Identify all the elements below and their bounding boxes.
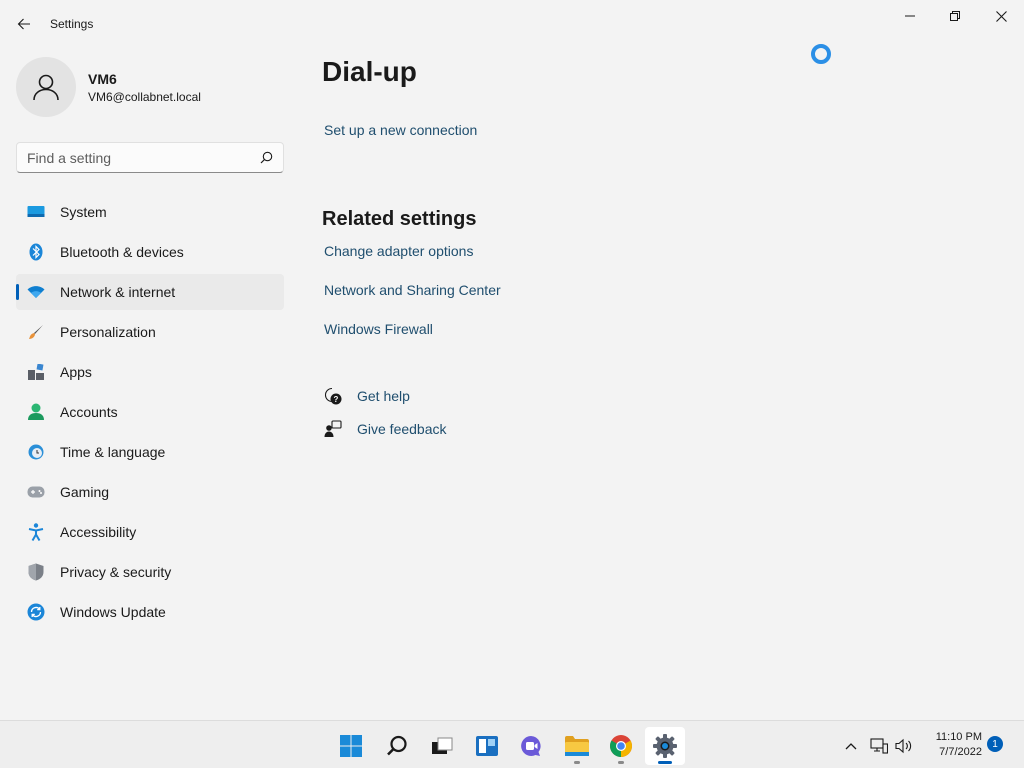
accessibility-icon [27, 523, 45, 541]
sidebar-item-label: Gaming [60, 484, 110, 500]
network-sharing-center-link[interactable]: Network and Sharing Center [324, 282, 501, 298]
sidebar-item-personalization[interactable]: Personalization [16, 314, 284, 350]
person-icon [33, 74, 59, 101]
sidebar-item-network[interactable]: Network & internet [16, 274, 284, 310]
tray-network-button[interactable] [868, 735, 890, 757]
svg-text:?: ? [334, 395, 339, 404]
sidebar-item-accessibility[interactable]: Accessibility [16, 514, 284, 550]
sidebar-item-time-language[interactable]: Time & language [16, 434, 284, 470]
loading-spinner [811, 44, 831, 64]
sidebar-item-system[interactable]: System [16, 194, 284, 230]
clock-time: 11:10 PM [935, 731, 982, 743]
taskbar-chrome-button[interactable] [601, 727, 641, 765]
volume-icon [895, 738, 912, 754]
sidebar-item-label: Network & internet [60, 284, 176, 300]
maximize-icon [950, 11, 960, 21]
back-button[interactable] [10, 10, 38, 38]
taskbar-chat-button[interactable] [512, 727, 552, 765]
give-feedback-link[interactable]: Give feedback [324, 420, 447, 438]
profile-email: VM6@collabnet.local [88, 89, 201, 104]
monitor-icon [27, 203, 45, 221]
settings-window: Settings VM6 VM6@collabnet.local System [0, 0, 1024, 720]
windows-firewall-link[interactable]: Windows Firewall [324, 321, 433, 337]
minimize-icon [905, 15, 915, 17]
minimize-button[interactable] [887, 0, 933, 32]
bluetooth-icon [27, 243, 45, 261]
taskbar-settings-button[interactable] [645, 727, 685, 765]
account-icon [27, 403, 45, 421]
taskbar: 11:10 PM 7/7/2022 [0, 720, 1024, 768]
brush-icon [27, 323, 45, 341]
clock-globe-icon [27, 443, 45, 461]
notification-badge[interactable]: 1 [987, 736, 1003, 752]
taskbar-widgets-button[interactable] [467, 727, 507, 765]
taskbar-task-view-button[interactable] [422, 727, 462, 765]
close-icon [995, 10, 1007, 22]
tray-volume-button[interactable] [893, 735, 915, 757]
network-icon [870, 738, 888, 754]
update-icon [27, 603, 45, 621]
gear-icon [653, 734, 677, 758]
page-title: Dial-up [322, 56, 417, 87]
tray-overflow-button[interactable] [840, 735, 862, 757]
task-view-icon [432, 737, 453, 754]
windows-logo-icon [340, 735, 362, 757]
avatar [16, 57, 76, 117]
sidebar-item-label: Bluetooth & devices [60, 244, 184, 260]
search-icon [387, 735, 407, 756]
arrow-left-icon [17, 18, 30, 30]
shield-icon [27, 563, 45, 581]
chrome-icon [610, 735, 632, 757]
search-input[interactable] [27, 149, 260, 166]
sidebar-item-gaming[interactable]: Gaming [16, 474, 284, 510]
sidebar-item-apps[interactable]: Apps [16, 354, 284, 390]
app-title: Settings [50, 17, 94, 31]
wifi-icon [27, 283, 45, 301]
sidebar-item-label: System [60, 204, 107, 220]
folder-icon [565, 736, 589, 756]
main-content: Dial-up Set up a new connection Related … [322, 56, 501, 437]
sidebar-item-label: Privacy & security [60, 564, 172, 580]
sidebar-item-label: Accessibility [60, 524, 137, 540]
change-adapter-options-link[interactable]: Change adapter options [324, 243, 473, 259]
get-help-link[interactable]: ? Get help [324, 387, 410, 405]
sidebar-item-label: Apps [60, 364, 92, 380]
sidebar-item-bluetooth[interactable]: Bluetooth & devices [16, 234, 284, 270]
profile-name: VM6 [88, 70, 117, 87]
taskbar-search-button[interactable] [377, 727, 417, 765]
taskbar-clock[interactable]: 11:10 PM 7/7/2022 [922, 730, 982, 760]
sidebar-nav: System Bluetooth & devices Network & int… [16, 194, 284, 634]
sidebar-item-label: Time & language [60, 444, 166, 460]
sidebar-item-label: Accounts [60, 404, 118, 420]
user-profile[interactable]: VM6 VM6@collabnet.local [16, 57, 201, 117]
give-feedback-label[interactable]: Give feedback [357, 421, 447, 437]
sidebar-item-windows-update[interactable]: Windows Update [16, 594, 284, 630]
maximize-button[interactable] [932, 0, 978, 32]
sidebar-item-label: Windows Update [60, 604, 166, 620]
sidebar-item-privacy[interactable]: Privacy & security [16, 554, 284, 590]
gamepad-icon [27, 483, 45, 501]
clock-date: 7/7/2022 [939, 746, 982, 758]
related-settings-heading: Related settings [322, 208, 477, 230]
help-chat-icon: ? [324, 387, 342, 405]
close-button[interactable] [978, 0, 1024, 32]
apps-icon [27, 363, 45, 381]
taskbar-file-explorer-button[interactable] [557, 727, 597, 765]
widgets-icon [476, 736, 498, 756]
title-bar: Settings [0, 0, 1024, 48]
search-icon[interactable] [260, 151, 273, 164]
feedback-icon [324, 420, 342, 438]
chevron-up-icon [845, 743, 857, 750]
sidebar-item-label: Personalization [60, 324, 156, 340]
search-box[interactable] [16, 142, 284, 173]
taskbar-start-button[interactable] [331, 727, 371, 765]
chat-icon [521, 736, 541, 756]
get-help-label[interactable]: Get help [357, 388, 410, 404]
setup-new-connection-link[interactable]: Set up a new connection [324, 122, 477, 138]
sidebar-item-accounts[interactable]: Accounts [16, 394, 284, 430]
